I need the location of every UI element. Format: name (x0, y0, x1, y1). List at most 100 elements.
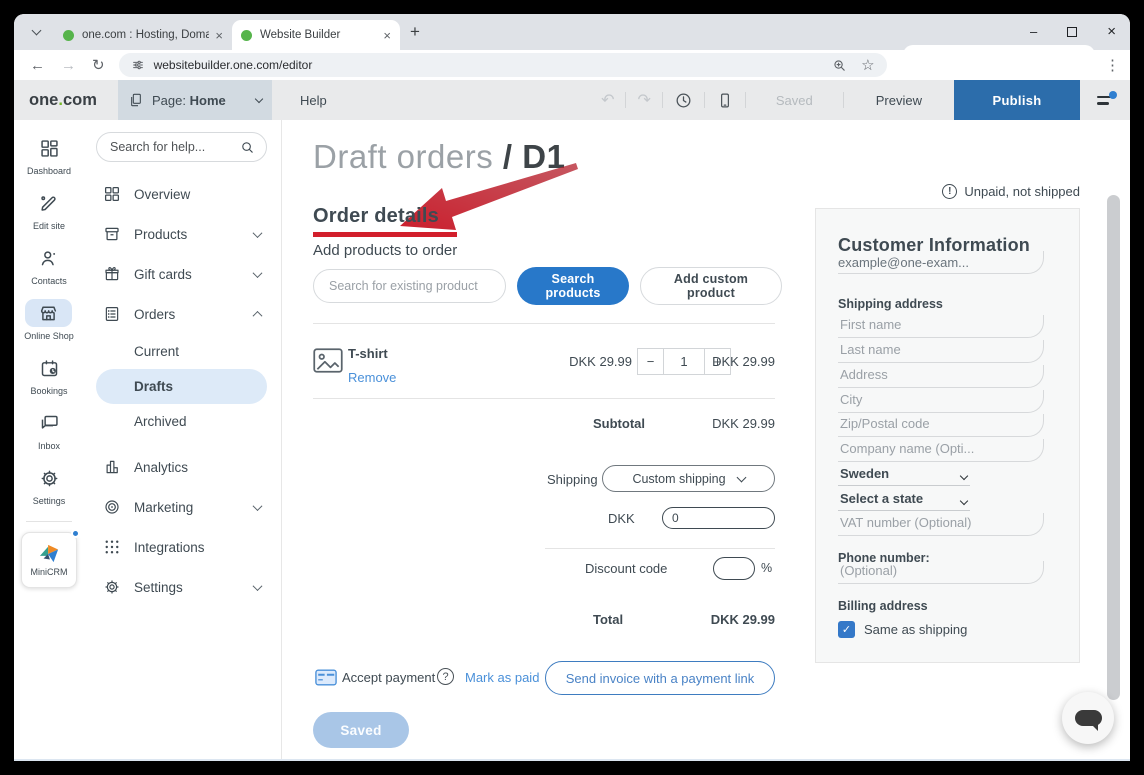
city-input[interactable] (838, 390, 1044, 413)
edit-pen-icon (38, 189, 59, 217)
rail-item-bookings[interactable]: Bookings (30, 354, 67, 396)
contacts-icon (39, 244, 60, 272)
redo-icon[interactable]: ↷ (626, 80, 661, 120)
analytics-icon (103, 458, 121, 476)
tab-website-builder[interactable]: Website Builder × (232, 20, 400, 50)
sidebar-item-marketing[interactable]: Marketing (96, 487, 267, 527)
sidebar-item-integrations[interactable]: Integrations (96, 527, 267, 567)
sidebar-item-analytics[interactable]: Analytics (96, 447, 267, 487)
sidebar-item-products[interactable]: Products (96, 214, 267, 254)
address-bar[interactable]: websitebuilder.one.com/editor ☆ (119, 53, 887, 77)
browser-toolbar: ← → ↻ websitebuilder.one.com/editor ☆ ⋮ (14, 50, 1130, 80)
preview-button[interactable]: Preview (844, 80, 954, 120)
search-icon (240, 140, 255, 155)
company-name-input[interactable] (838, 439, 1044, 462)
storefront-icon (25, 299, 72, 327)
rail-item-edit-site[interactable]: Edit site (33, 189, 65, 231)
window-minimize-button[interactable]: – (1030, 24, 1037, 39)
sidebar-item-settings[interactable]: Settings (96, 567, 267, 607)
quantity-decrease-button[interactable]: − (638, 349, 664, 374)
zoom-in-icon[interactable] (832, 58, 847, 73)
undo-icon[interactable]: ↶ (590, 80, 625, 120)
accept-payment-label: Accept payment (342, 670, 435, 685)
search-products-button[interactable]: Searchproducts (517, 267, 629, 305)
discount-code-input[interactable] (713, 557, 755, 580)
new-tab-button[interactable]: + (410, 22, 420, 42)
customer-email-field[interactable]: example@one-exam... (838, 251, 1044, 274)
rail-item-settings[interactable]: Settings (33, 464, 66, 506)
add-custom-product-button[interactable]: Add customproduct (640, 267, 782, 305)
product-search-input[interactable] (313, 269, 506, 303)
customer-information-card: Customer Information example@one-exam...… (815, 208, 1080, 663)
blank-extension-area (903, 45, 1095, 79)
country-select[interactable]: Sweden (838, 463, 970, 486)
same-as-shipping-row[interactable]: ✓ Same as shipping (838, 621, 967, 638)
mobile-preview-icon[interactable] (705, 80, 745, 120)
editor-toolbar: one.com Page: Home Help ↶ ↷ Saved Previe… (14, 80, 1130, 120)
overview-icon (103, 185, 121, 203)
chevron-down-icon (960, 472, 968, 480)
rail-item-inbox[interactable]: Inbox (38, 409, 60, 451)
first-name-input[interactable] (838, 315, 1044, 338)
divider (545, 548, 775, 549)
sidebar-item-orders[interactable]: Orders (96, 294, 267, 334)
address-input[interactable] (838, 365, 1044, 388)
forward-icon[interactable]: → (53, 57, 84, 74)
rail-item-contacts[interactable]: Contacts (31, 244, 67, 286)
line-total: DKK 29.99 (675, 354, 775, 369)
rail-item-dashboard[interactable]: Dashboard (27, 134, 71, 176)
scrollbar-thumb[interactable] (1107, 195, 1120, 700)
sidebar-item-drafts[interactable]: Drafts (96, 369, 267, 404)
chat-widget-button[interactable] (1062, 692, 1114, 744)
bookmark-star-icon[interactable]: ☆ (861, 58, 874, 73)
shipping-method-select[interactable]: Custom shipping (602, 465, 775, 492)
help-tooltip-icon[interactable]: ? (437, 668, 454, 685)
sidebar-item-current[interactable]: Current (96, 334, 267, 369)
inbox-chat-icon (39, 409, 60, 437)
checkbox-checked-icon[interactable]: ✓ (838, 621, 855, 638)
state-select[interactable]: Select a state (838, 488, 970, 511)
tab-one-com[interactable]: one.com : Hosting, Domain, Em × (54, 20, 232, 50)
remove-product-link[interactable]: Remove (348, 370, 396, 385)
history-icon[interactable] (663, 80, 704, 120)
last-name-input[interactable] (838, 340, 1044, 363)
credit-card-icon (315, 669, 337, 686)
rail-item-online-shop[interactable]: Online Shop (24, 299, 74, 341)
editor-menu-icon[interactable] (1080, 80, 1130, 120)
pages-icon (128, 92, 144, 108)
close-tab-icon[interactable]: × (383, 28, 391, 43)
sidebar-item-archived[interactable]: Archived (96, 404, 267, 439)
publish-button[interactable]: Publish (954, 80, 1080, 120)
favicon-green (241, 30, 252, 41)
window-maximize-button[interactable] (1067, 27, 1077, 37)
annotation-arrow (392, 162, 584, 242)
saved-button[interactable]: Saved (313, 712, 409, 748)
chevron-down-icon (253, 581, 263, 591)
tab-label: Website Builder (260, 29, 377, 41)
vat-number-input[interactable] (838, 513, 1044, 536)
one-com-logo: one.com (14, 80, 118, 120)
back-icon[interactable]: ← (22, 57, 53, 74)
reload-icon[interactable]: ↻ (84, 56, 113, 74)
help-button[interactable]: Help (300, 80, 327, 120)
browser-menu-icon[interactable]: ⋮ (1105, 56, 1120, 74)
rail-item-minicrm[interactable]: MiniCRM (21, 532, 77, 588)
help-search-input[interactable] (110, 140, 240, 154)
help-search[interactable] (96, 132, 267, 162)
discount-code-label: Discount code (585, 561, 667, 576)
send-invoice-button[interactable]: Send invoice with a payment link (545, 661, 775, 695)
product-image-placeholder-icon (313, 348, 343, 373)
shipping-cost-input[interactable] (662, 507, 775, 529)
zip-input[interactable] (838, 414, 1044, 437)
annotation-underline (313, 232, 457, 237)
gift-icon (103, 265, 121, 283)
sidebar-item-gift-cards[interactable]: Gift cards (96, 254, 267, 294)
mark-as-paid-link[interactable]: Mark as paid (465, 670, 539, 685)
divider (26, 521, 72, 522)
tab-search-button[interactable] (24, 20, 48, 44)
close-tab-icon[interactable]: × (215, 28, 223, 43)
phone-number-input[interactable] (838, 561, 1044, 584)
page-selector[interactable]: Page: Home (118, 80, 272, 120)
window-close-button[interactable]: × (1107, 23, 1116, 40)
sidebar-item-overview[interactable]: Overview (96, 174, 267, 214)
